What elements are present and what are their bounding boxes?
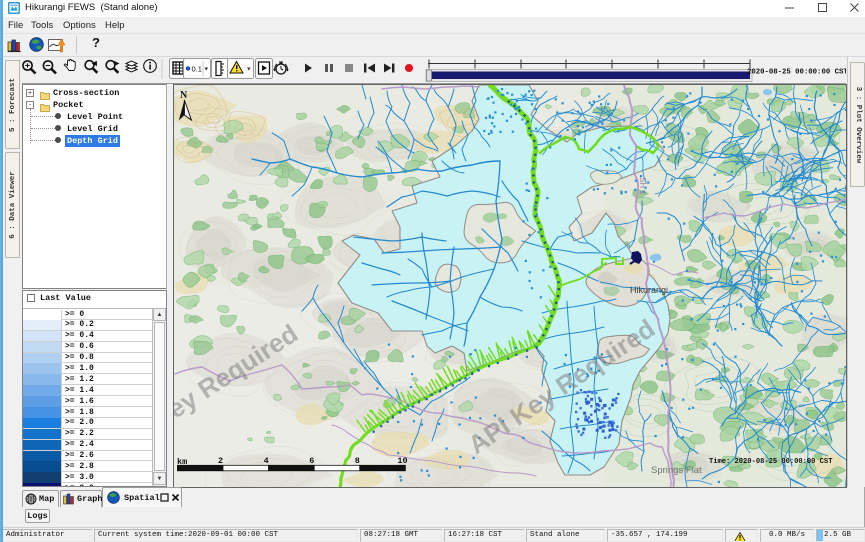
svg-text:Time: 2020-08-25 00:00:00 CST: Time: 2020-08-25 00:00:00 CST bbox=[709, 458, 833, 466]
svg-text:Springs Flat: Springs Flat bbox=[651, 465, 702, 476]
svg-text:km: km bbox=[177, 457, 187, 467]
svg-text:6: 6 bbox=[309, 456, 314, 466]
svg-text:10: 10 bbox=[397, 456, 407, 466]
svg-text:4: 4 bbox=[264, 456, 269, 466]
svg-text:2020-08-25 00:00:00 CST: 2020-08-25 00:00:00 CST bbox=[747, 69, 846, 77]
svg-text:SH 1: SH 1 bbox=[638, 177, 647, 195]
svg-text:8: 8 bbox=[355, 456, 360, 466]
svg-text:0.1: 0.1 bbox=[192, 65, 202, 74]
svg-text:2: 2 bbox=[218, 456, 223, 466]
svg-text:N: N bbox=[180, 90, 188, 101]
svg-text:Hikurangi: Hikurangi bbox=[630, 285, 668, 295]
